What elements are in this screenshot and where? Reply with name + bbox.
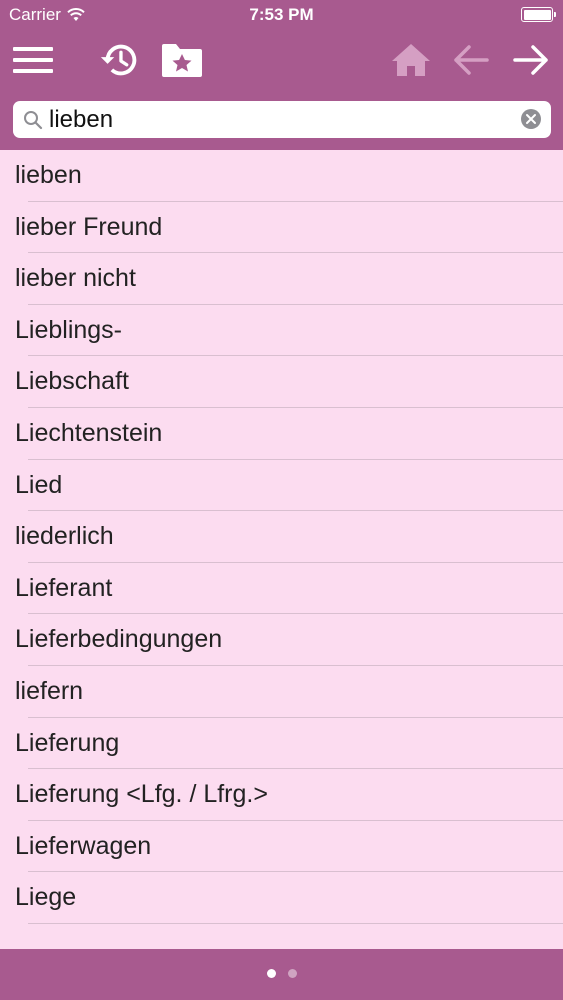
list-item-label: liederlich — [15, 522, 114, 551]
list-item-label: Liebschaft — [15, 367, 129, 396]
status-bar: Carrier 7:53 PM — [0, 0, 563, 30]
list-item[interactable]: Lieferant — [0, 563, 563, 615]
list-item-label: Lieblings- — [15, 315, 123, 344]
arrow-left-icon — [454, 45, 489, 75]
list-item[interactable]: lieber Freund — [0, 202, 563, 254]
home-button[interactable] — [389, 38, 433, 82]
list-item-label: lieben — [15, 161, 82, 189]
back-button[interactable] — [449, 38, 493, 82]
search-icon — [24, 111, 43, 130]
bottom-bar — [0, 949, 563, 1000]
list-item[interactable]: Lied — [0, 460, 563, 512]
page-dot-2[interactable] — [287, 969, 297, 978]
list-item[interactable]: Lieferung <Lfg. / Lfrg.> — [0, 769, 563, 821]
list-item[interactable]: Lieferung — [0, 718, 563, 770]
list-item[interactable]: Liege — [0, 872, 563, 924]
list-item[interactable]: Liechtenstein — [0, 408, 563, 460]
page-indicator[interactable] — [0, 969, 563, 978]
list-item-label: Liege — [15, 883, 77, 912]
list-item-label: Lieferwagen — [15, 831, 152, 860]
list-item-label: Lieferung <Lfg. / Lfrg.> — [15, 780, 268, 809]
list-item-label: lieber nicht — [15, 264, 136, 293]
forward-button[interactable] — [509, 38, 553, 82]
clear-search-icon[interactable] — [521, 109, 541, 129]
search-input[interactable] — [49, 104, 519, 135]
top-bar: Carrier 7:53 PM — [0, 0, 563, 150]
battery-icon — [521, 7, 556, 22]
list-item[interactable]: liefern — [0, 666, 563, 718]
list-item[interactable]: Liebschaft — [0, 356, 563, 408]
list-item[interactable]: Lieferbedingungen — [0, 614, 563, 666]
page-dot-1[interactable] — [266, 969, 276, 978]
list-item[interactable]: Lieferwagen — [0, 821, 563, 873]
list-item[interactable]: Lieblings- — [0, 305, 563, 357]
menu-icon — [13, 47, 53, 73]
list-item[interactable]: lieben — [0, 150, 563, 202]
history-icon — [100, 44, 137, 76]
list-item-label: Lieferung — [15, 728, 120, 757]
list-item-label: Lieferant — [15, 573, 113, 602]
menu-button[interactable] — [11, 38, 55, 82]
arrow-right-icon — [513, 45, 548, 75]
history-button[interactable] — [98, 38, 142, 82]
home-icon — [392, 44, 430, 76]
list-item[interactable]: liederlich — [0, 511, 563, 563]
row-separator — [28, 922, 563, 924]
clock: 7:53 PM — [249, 5, 314, 24]
list-item-label: Lied — [15, 470, 63, 499]
list-item-label: Liechtenstein — [15, 418, 163, 447]
favorites-folder-icon — [162, 44, 202, 77]
favorites-button[interactable] — [160, 38, 204, 82]
list-item[interactable]: lieber nicht — [0, 253, 563, 305]
toolbar — [0, 30, 563, 90]
search-bar — [13, 101, 551, 138]
result-list: lieben lieber Freund lieber nicht Lieblings… — [0, 150, 563, 924]
list-item-label: lieber Freund — [15, 212, 163, 241]
list-item-label: liefern — [15, 676, 84, 705]
list-item-label: Lieferbedingungen — [15, 625, 223, 654]
